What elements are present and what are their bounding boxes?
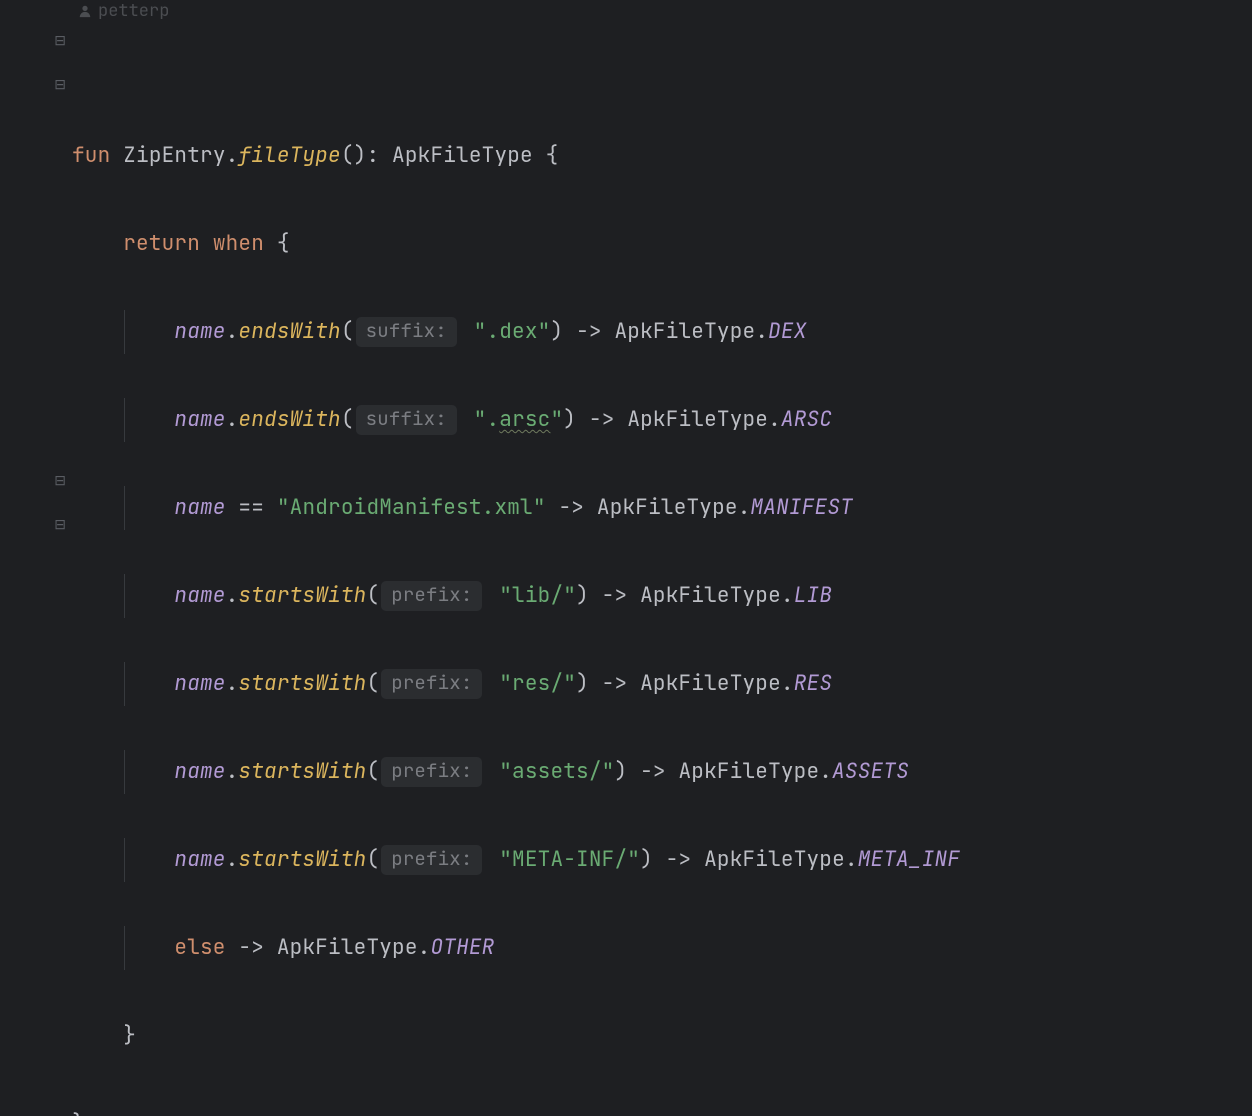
code-line: } — [72, 1014, 1252, 1058]
code-line: name.startsWith(prefix: "assets/") -> Ap… — [72, 750, 1252, 794]
code-line: name.endsWith(suffix: ".dex") -> ApkFile… — [72, 310, 1252, 354]
param-hint: prefix: — [381, 581, 482, 611]
fold-open-icon[interactable]: ⊟ — [54, 34, 66, 48]
code-line: name == "AndroidManifest.xml" -> ApkFile… — [72, 486, 1252, 530]
code-line — [72, 46, 1252, 90]
param-hint: suffix: — [356, 317, 457, 347]
fold-open-icon[interactable]: ⊟ — [54, 78, 66, 92]
code-editor[interactable]: ⊟ ⊟ ⊟ ⊟ petterp fun ZipEntry.fileType():… — [0, 2, 1252, 558]
code-line: fun ZipEntry.fileType(): ApkFileType { — [72, 134, 1252, 178]
weak-warning: arsc — [499, 406, 550, 433]
code-line: return when { — [72, 222, 1252, 266]
fold-close-icon[interactable]: ⊟ — [54, 518, 66, 532]
fold-close-icon[interactable]: ⊟ — [54, 474, 66, 488]
param-hint: prefix: — [381, 845, 482, 875]
code-line: else -> ApkFileType.OTHER — [72, 926, 1252, 970]
code-line: name.endsWith(suffix: ".arsc") -> ApkFil… — [72, 398, 1252, 442]
code-line: name.startsWith(prefix: "lib/") -> ApkFi… — [72, 574, 1252, 618]
code-line: name.startsWith(prefix: "META-INF/") -> … — [72, 838, 1252, 882]
code-line: name.startsWith(prefix: "res/") -> ApkFi… — [72, 662, 1252, 706]
gutter: ⊟ ⊟ ⊟ ⊟ — [0, 2, 72, 558]
param-hint: prefix: — [381, 757, 482, 787]
param-hint: prefix: — [381, 669, 482, 699]
code-line: } — [72, 1102, 1252, 1116]
code-area[interactable]: fun ZipEntry.fileType(): ApkFileType { r… — [72, 2, 1252, 558]
param-hint: suffix: — [356, 405, 457, 435]
